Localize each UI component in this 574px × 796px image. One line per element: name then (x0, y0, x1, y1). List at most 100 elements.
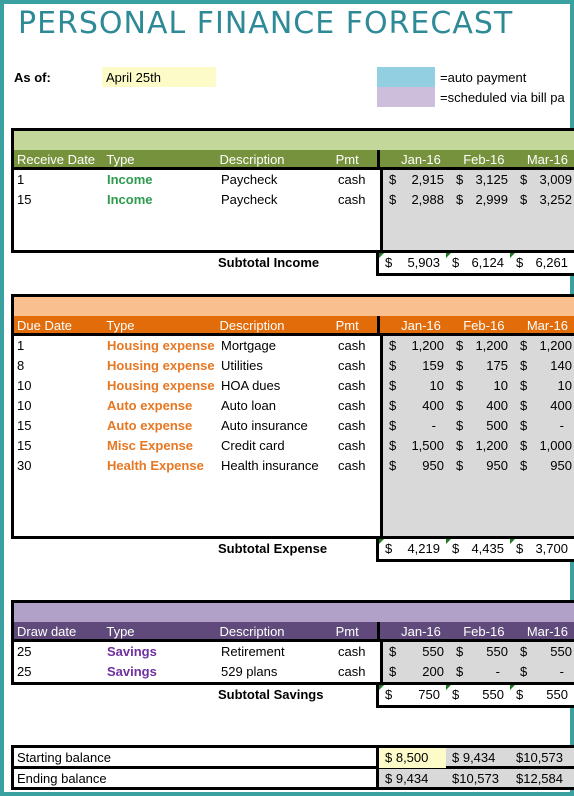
amount-cell-feb-16[interactable]: $175 (450, 356, 514, 376)
savings-col-header[interactable]: Description (217, 622, 333, 642)
pmt-cell[interactable]: cash (335, 356, 380, 376)
pmt-cell[interactable]: cash (335, 336, 380, 356)
month-header-mar-16[interactable]: Mar-16 (510, 316, 574, 336)
amount-cell-jan-16[interactable]: $1,500 (383, 436, 450, 456)
savings-col-header[interactable]: Pmt (333, 622, 378, 642)
ending-balance-mar[interactable]: $12,584 (510, 769, 574, 789)
type-cell[interactable]: Savings (104, 642, 218, 662)
income-subtotal-jan-16[interactable]: $5,903 (379, 253, 446, 273)
amount-cell-feb-16[interactable]: $1,200 (450, 436, 514, 456)
month-header-jan-16[interactable]: Jan-16 (380, 316, 447, 336)
amount-cell-jan-16[interactable]: $10 (383, 376, 450, 396)
description-cell[interactable]: Retirement (218, 642, 335, 662)
type-cell[interactable]: Misc Expense (104, 436, 218, 456)
description-cell[interactable]: Paycheck (218, 190, 335, 210)
month-header-feb-16[interactable]: Feb-16 (447, 316, 511, 336)
date-cell[interactable]: 10 (14, 396, 104, 416)
date-cell[interactable]: 8 (14, 356, 104, 376)
savings-subtotal-mar-16[interactable]: $550 (510, 685, 574, 705)
pmt-cell[interactable]: cash (335, 416, 380, 436)
expense-col-header[interactable]: Description (217, 316, 333, 336)
expense-col-header[interactable]: Pmt (333, 316, 378, 336)
amount-cell-feb-16[interactable]: $1,200 (450, 336, 514, 356)
expense-col-header[interactable]: Due Date (14, 316, 103, 336)
amount-cell-mar-16[interactable]: $950 (514, 456, 574, 476)
description-cell[interactable]: Auto loan (218, 396, 335, 416)
starting-balance-jan[interactable]: $ 8,500 (379, 748, 446, 768)
month-header-mar-16[interactable]: Mar-16 (510, 622, 574, 642)
date-cell[interactable]: 10 (14, 376, 104, 396)
amount-cell-jan-16[interactable]: $2,915 (383, 170, 450, 190)
date-cell[interactable]: 25 (14, 662, 104, 682)
income-col-header[interactable]: Receive Date (14, 150, 103, 170)
amount-cell-feb-16[interactable]: $550 (450, 642, 514, 662)
amount-cell-feb-16[interactable]: $10 (450, 376, 514, 396)
type-cell[interactable]: Housing expense (104, 336, 218, 356)
type-cell[interactable]: Auto expense (104, 396, 218, 416)
amount-cell-feb-16[interactable]: $2,999 (450, 190, 514, 210)
savings-col-header[interactable]: Type (103, 622, 216, 642)
description-cell[interactable]: Mortgage (218, 336, 335, 356)
pmt-cell[interactable]: cash (335, 170, 380, 190)
description-cell[interactable]: Utilities (218, 356, 335, 376)
amount-cell-jan-16[interactable]: $1,200 (383, 336, 450, 356)
income-col-header[interactable]: Type (103, 150, 216, 170)
amount-cell-mar-16[interactable]: $ - (514, 416, 574, 436)
date-cell[interactable]: 15 (14, 190, 104, 210)
savings-subtotal-jan-16[interactable]: $750 (379, 685, 446, 705)
pmt-cell[interactable]: cash (335, 436, 380, 456)
description-cell[interactable]: HOA dues (218, 376, 335, 396)
amount-cell-jan-16[interactable]: $550 (383, 642, 450, 662)
amount-cell-jan-16[interactable]: $2,988 (383, 190, 450, 210)
ending-balance-jan[interactable]: $ 9,434 (379, 769, 446, 789)
savings-col-header[interactable]: Draw date (14, 622, 103, 642)
date-cell[interactable]: 15 (14, 436, 104, 456)
month-header-feb-16[interactable]: Feb-16 (447, 622, 511, 642)
amount-cell-mar-16[interactable]: $1,200 (514, 336, 574, 356)
month-header-feb-16[interactable]: Feb-16 (447, 150, 511, 170)
type-cell[interactable]: Health Expense (104, 456, 218, 476)
description-cell[interactable]: Auto insurance (218, 416, 335, 436)
month-header-jan-16[interactable]: Jan-16 (380, 622, 447, 642)
date-cell[interactable]: 1 (14, 170, 104, 190)
ending-balance-feb[interactable]: $10,573 (446, 769, 510, 789)
amount-cell-feb-16[interactable]: $400 (450, 396, 514, 416)
starting-balance-feb[interactable]: $ 9,434 (446, 748, 510, 768)
description-cell[interactable]: Health insurance (218, 456, 335, 476)
month-header-mar-16[interactable]: Mar-16 (510, 150, 574, 170)
amount-cell-feb-16[interactable]: $3,125 (450, 170, 514, 190)
expense-col-header[interactable]: Type (103, 316, 216, 336)
pmt-cell[interactable]: cash (335, 376, 380, 396)
income-subtotal-mar-16[interactable]: $6,261 (510, 253, 574, 273)
amount-cell-feb-16[interactable]: $500 (450, 416, 514, 436)
pmt-cell[interactable]: cash (335, 456, 380, 476)
amount-cell-jan-16[interactable]: $400 (383, 396, 450, 416)
description-cell[interactable]: 529 plans (218, 662, 335, 682)
type-cell[interactable]: Savings (104, 662, 218, 682)
date-cell[interactable]: 30 (14, 456, 104, 476)
amount-cell-jan-16[interactable]: $200 (383, 662, 450, 682)
type-cell[interactable]: Housing expense (104, 356, 218, 376)
amount-cell-feb-16[interactable]: $ - (450, 662, 514, 682)
income-col-header[interactable]: Pmt (333, 150, 378, 170)
description-cell[interactable]: Paycheck (218, 170, 335, 190)
type-cell[interactable]: Housing expense (104, 376, 218, 396)
amount-cell-mar-16[interactable]: $3,009 (514, 170, 574, 190)
amount-cell-mar-16[interactable]: $1,000 (514, 436, 574, 456)
as-of-value-cell[interactable]: April 25th (102, 67, 216, 87)
expense-subtotal-mar-16[interactable]: $3,700 (510, 539, 574, 559)
pmt-cell[interactable]: cash (335, 396, 380, 416)
date-cell[interactable]: 15 (14, 416, 104, 436)
income-col-header[interactable]: Description (217, 150, 333, 170)
month-header-jan-16[interactable]: Jan-16 (380, 150, 447, 170)
starting-balance-mar[interactable]: $10,573 (510, 748, 574, 768)
amount-cell-mar-16[interactable]: $550 (514, 642, 574, 662)
amount-cell-feb-16[interactable]: $950 (450, 456, 514, 476)
amount-cell-mar-16[interactable]: $400 (514, 396, 574, 416)
date-cell[interactable]: 25 (14, 642, 104, 662)
expense-subtotal-jan-16[interactable]: $4,219 (379, 539, 446, 559)
pmt-cell[interactable]: cash (335, 642, 380, 662)
income-subtotal-feb-16[interactable]: $6,124 (446, 253, 510, 273)
amount-cell-jan-16[interactable]: $159 (383, 356, 450, 376)
type-cell[interactable]: Income (104, 190, 218, 210)
